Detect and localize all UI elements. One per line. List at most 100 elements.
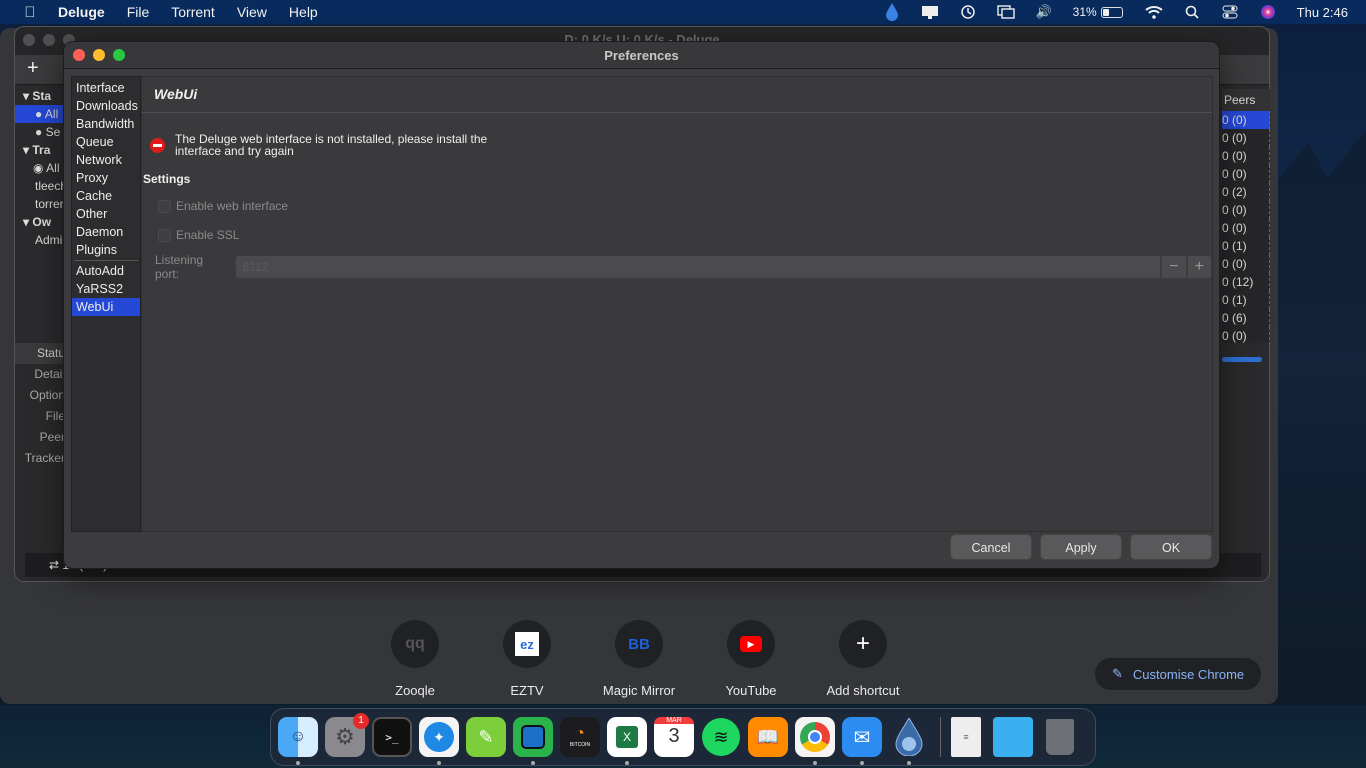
menu-help[interactable]: Help: [289, 4, 318, 20]
category-downloads[interactable]: Downloads: [72, 97, 140, 115]
system-preferences-icon[interactable]: ⚙ 1: [325, 713, 369, 757]
peers-cell[interactable]: 0 (0): [1222, 327, 1270, 345]
siri-icon[interactable]: [1259, 4, 1277, 20]
chrome-icon[interactable]: [795, 717, 835, 765]
battery-percent: 31%: [1072, 5, 1097, 19]
peers-cell[interactable]: 0 (0): [1222, 255, 1270, 273]
trash-icon[interactable]: [1040, 717, 1080, 757]
peers-cell[interactable]: 0 (6): [1222, 309, 1270, 327]
enable-ssl-label: Enable SSL: [176, 228, 240, 242]
peers-cell[interactable]: 0 (1): [1222, 237, 1270, 255]
customise-chrome-label: Customise Chrome: [1132, 666, 1245, 682]
category-list: Interface Downloads Bandwidth Queue Netw…: [71, 76, 141, 532]
listening-port-input[interactable]: 8112: [234, 255, 1162, 279]
shortcut-zooqle[interactable]: qq Zooqle: [360, 620, 470, 698]
peers-column-header[interactable]: Peers: [1222, 89, 1270, 111]
menu-view[interactable]: View: [237, 4, 267, 20]
category-autoadd[interactable]: AutoAdd: [72, 262, 140, 280]
finder-icon[interactable]: ☺: [278, 717, 318, 765]
peers-cell[interactable]: 0 (0): [1222, 201, 1270, 219]
volume-icon[interactable]: 🔊: [1035, 4, 1053, 20]
enable-web-interface-label: Enable web interface: [176, 199, 289, 213]
deluge-dock-icon[interactable]: [889, 717, 929, 765]
safari-icon[interactable]: ✦: [419, 717, 459, 765]
webui-settings-panel: WebUi The Deluge web interface is not in…: [141, 76, 1213, 532]
category-yarss2[interactable]: YaRSS2: [72, 280, 140, 298]
peers-cell[interactable]: 0 (0): [1222, 219, 1270, 237]
enable-web-interface-checkbox[interactable]: [158, 199, 171, 213]
time-machine-icon[interactable]: [959, 4, 977, 20]
panel-title: WebUi: [142, 77, 1212, 113]
mail-icon[interactable]: ✉: [842, 717, 882, 765]
battery-icon[interactable]: [1100, 6, 1123, 18]
category-proxy[interactable]: Proxy: [72, 169, 140, 187]
category-plugins[interactable]: Plugins: [72, 241, 140, 259]
excel-icon[interactable]: X: [607, 717, 647, 765]
script-editor-icon[interactable]: ✎: [466, 717, 506, 757]
menubar-clock[interactable]: Thu 2:46: [1297, 5, 1348, 20]
error-message: The Deluge web interface is not installe…: [175, 132, 488, 158]
apply-button[interactable]: Apply: [1040, 534, 1122, 560]
plus-icon: +: [839, 620, 887, 668]
category-daemon[interactable]: Daemon: [72, 223, 140, 241]
peers-cell[interactable]: 0 (0): [1222, 147, 1270, 165]
dock: ☺ ⚙ 1 >_ ✦ ✎ ◔ BITCOIN X MAR 3 ≋ 📖 ✉ ≡: [270, 708, 1096, 766]
error-banner: The Deluge web interface is not installe…: [150, 133, 505, 157]
peers-cell[interactable]: 0 (12): [1222, 273, 1270, 291]
terminal-icon[interactable]: >_: [372, 717, 412, 757]
screens-icon[interactable]: [513, 717, 553, 765]
peers-cell[interactable]: 0 (2): [1222, 183, 1270, 201]
peers-cell[interactable]: 0 (0): [1222, 111, 1270, 129]
shortcut-eztv[interactable]: ez EZTV: [472, 620, 582, 698]
magic-mirror-icon: BB: [615, 620, 663, 668]
category-bandwidth[interactable]: Bandwidth: [72, 115, 140, 133]
add-torrent-button[interactable]: +: [27, 57, 39, 80]
spotify-icon[interactable]: ≋: [701, 717, 741, 757]
books-icon[interactable]: 📖: [748, 717, 788, 757]
battery-fill: [1102, 8, 1109, 16]
wallpaper-mountain: [1270, 130, 1366, 730]
screen-mirroring-icon[interactable]: [996, 4, 1015, 20]
add-shortcut-button[interactable]: + Add shortcut: [808, 620, 918, 698]
shortcut-youtube[interactable]: ▶ YouTube: [696, 620, 806, 698]
port-decrement-button[interactable]: −: [1161, 255, 1187, 279]
zooqle-icon: qq: [391, 620, 439, 668]
folder-icon[interactable]: [993, 717, 1033, 757]
bitcoin-ticker-icon[interactable]: ◔ BITCOIN: [560, 717, 600, 757]
shortcut-label: YouTube: [725, 683, 777, 698]
category-interface[interactable]: Interface: [72, 79, 140, 97]
cancel-button[interactable]: Cancel: [950, 534, 1032, 560]
category-cache[interactable]: Cache: [72, 187, 140, 205]
torrent-progress-bar: [1222, 357, 1262, 362]
peers-cell[interactable]: 0 (0): [1222, 165, 1270, 183]
menu-file[interactable]: File: [127, 4, 150, 20]
ok-button[interactable]: OK: [1130, 534, 1212, 560]
port-increment-button[interactable]: +: [1186, 255, 1212, 279]
peers-cell[interactable]: 0 (1): [1222, 291, 1270, 309]
customise-chrome-button[interactable]: ✎ Customise Chrome: [1095, 658, 1261, 690]
eztv-icon: ez: [503, 620, 551, 668]
apple-menu-icon[interactable]: : [20, 4, 40, 21]
error-icon: [150, 138, 165, 153]
shortcut-magic-mirror[interactable]: BB Magic Mirror: [584, 620, 694, 698]
document-stack-icon[interactable]: ≡: [951, 717, 981, 757]
wifi-icon[interactable]: [1145, 4, 1163, 20]
menu-torrent[interactable]: Torrent: [171, 4, 215, 20]
enable-web-interface-row[interactable]: Enable web interface: [158, 199, 288, 213]
control-center-icon[interactable]: [1221, 4, 1239, 20]
category-other[interactable]: Other: [72, 205, 140, 223]
menu-bar:  Deluge File Torrent View Help 🔊 31%: [0, 0, 1366, 24]
peers-cell[interactable]: 0 (0): [1222, 129, 1270, 147]
preferences-title: Preferences: [604, 48, 679, 63]
deluge-tray-icon[interactable]: [883, 3, 901, 21]
dialog-buttons: Cancel Apply OK: [950, 534, 1212, 560]
spotlight-search-icon[interactable]: [1183, 4, 1201, 20]
enable-ssl-checkbox[interactable]: [158, 228, 171, 242]
enable-ssl-row[interactable]: Enable SSL: [158, 228, 239, 242]
category-network[interactable]: Network: [72, 151, 140, 169]
category-queue[interactable]: Queue: [72, 133, 140, 151]
calendar-icon[interactable]: MAR 3: [654, 717, 694, 757]
menu-app-name[interactable]: Deluge: [58, 4, 105, 20]
category-webui[interactable]: WebUi: [72, 298, 140, 316]
display-icon[interactable]: [921, 4, 939, 20]
